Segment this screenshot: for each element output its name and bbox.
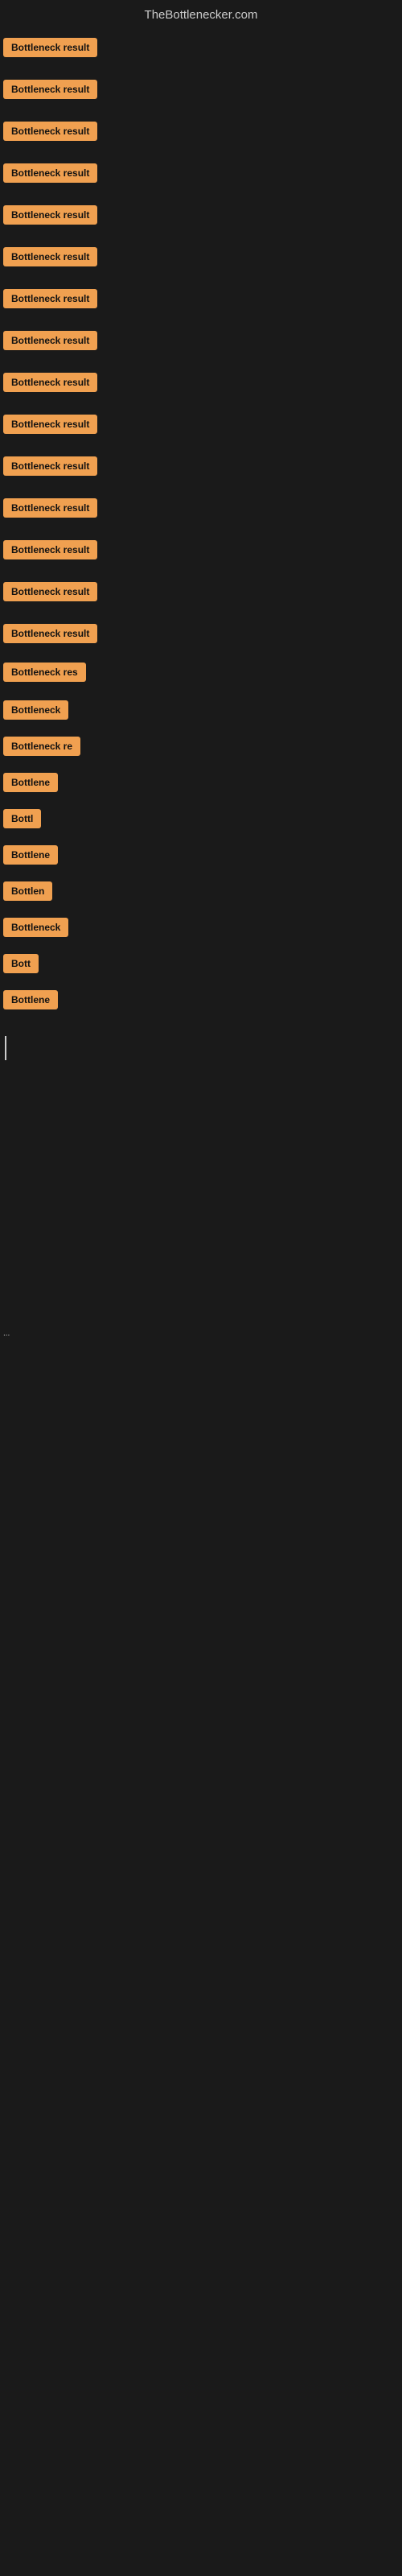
bottleneck-badge-12[interactable]: Bottleneck result	[3, 498, 97, 518]
bottleneck-row-8: Bottleneck result	[0, 320, 402, 361]
bottleneck-badge-22[interactable]: Bottlen	[3, 881, 52, 901]
bottleneck-row-25: Bottlene	[0, 984, 402, 1020]
bottleneck-badge-9[interactable]: Bottleneck result	[3, 373, 97, 392]
bottleneck-badge-17[interactable]: Bottleneck	[3, 700, 68, 720]
bottleneck-row-21: Bottlene	[0, 839, 402, 875]
bottleneck-row-2: Bottleneck result	[0, 68, 402, 110]
indicator-bar	[5, 1036, 6, 1060]
bottleneck-row-17: Bottleneck	[0, 694, 402, 730]
bottleneck-badge-6[interactable]: Bottleneck result	[3, 247, 97, 266]
bottleneck-row-6: Bottleneck result	[0, 236, 402, 278]
bottleneck-badge-5[interactable]: Bottleneck result	[3, 205, 97, 225]
bottleneck-badge-14[interactable]: Bottleneck result	[3, 582, 97, 601]
bottleneck-row-11: Bottleneck result	[0, 445, 402, 487]
bottleneck-row-7: Bottleneck result	[0, 278, 402, 320]
empty-area-1	[0, 1080, 402, 1322]
bottleneck-row-14: Bottleneck result	[0, 571, 402, 613]
bottleneck-row-1: Bottleneck result	[0, 27, 402, 68]
bottleneck-badge-24[interactable]: Bott	[3, 954, 39, 973]
bottleneck-row-22: Bottlen	[0, 875, 402, 911]
bottleneck-row-20: Bottl	[0, 803, 402, 839]
bottleneck-badge-7[interactable]: Bottleneck result	[3, 289, 97, 308]
bottleneck-badge-4[interactable]: Bottleneck result	[3, 163, 97, 183]
bottleneck-badge-1[interactable]: Bottleneck result	[3, 38, 97, 57]
bottleneck-row-3: Bottleneck result	[0, 110, 402, 152]
site-title: TheBottlenecker.com	[0, 0, 402, 27]
bottleneck-row-12: Bottleneck result	[0, 487, 402, 529]
bottleneck-badge-11[interactable]: Bottleneck result	[3, 456, 97, 476]
bottleneck-badge-16[interactable]: Bottleneck res	[3, 663, 86, 682]
bottleneck-badge-25[interactable]: Bottlene	[3, 990, 58, 1009]
bottleneck-row-15: Bottleneck result	[0, 613, 402, 654]
bottleneck-row-13: Bottleneck result	[0, 529, 402, 571]
bottleneck-badge-10[interactable]: Bottleneck result	[3, 415, 97, 434]
bottleneck-badge-19[interactable]: Bottlene	[3, 773, 58, 792]
bottleneck-badge-18[interactable]: Bottleneck re	[3, 737, 80, 756]
bottleneck-row-9: Bottleneck result	[0, 361, 402, 403]
empty-area-2	[0, 1343, 402, 1987]
dots-section: ...	[0, 1322, 402, 1343]
bottleneck-badge-15[interactable]: Bottleneck result	[3, 624, 97, 643]
page-container: TheBottlenecker.com Bottleneck result Bo…	[0, 0, 402, 2576]
dots-indicator: ...	[3, 1329, 10, 1338]
bottleneck-badge-21[interactable]: Bottlene	[3, 845, 58, 865]
bottleneck-row-24: Bott	[0, 947, 402, 984]
bottleneck-row-23: Bottleneck	[0, 911, 402, 947]
bottleneck-row-10: Bottleneck result	[0, 403, 402, 445]
bottleneck-badge-2[interactable]: Bottleneck result	[3, 80, 97, 99]
bottleneck-badge-8[interactable]: Bottleneck result	[3, 331, 97, 350]
indicator-section	[0, 1020, 402, 1080]
bottleneck-row-19: Bottlene	[0, 766, 402, 803]
bottleneck-badge-20[interactable]: Bottl	[3, 809, 41, 828]
bottleneck-badge-13[interactable]: Bottleneck result	[3, 540, 97, 559]
bottleneck-badge-3[interactable]: Bottleneck result	[3, 122, 97, 141]
bottleneck-row-4: Bottleneck result	[0, 152, 402, 194]
bottleneck-row-16: Bottleneck res	[0, 654, 402, 694]
bottleneck-row-5: Bottleneck result	[0, 194, 402, 236]
bottleneck-row-18: Bottleneck re	[0, 730, 402, 766]
bottleneck-badge-23[interactable]: Bottleneck	[3, 918, 68, 937]
